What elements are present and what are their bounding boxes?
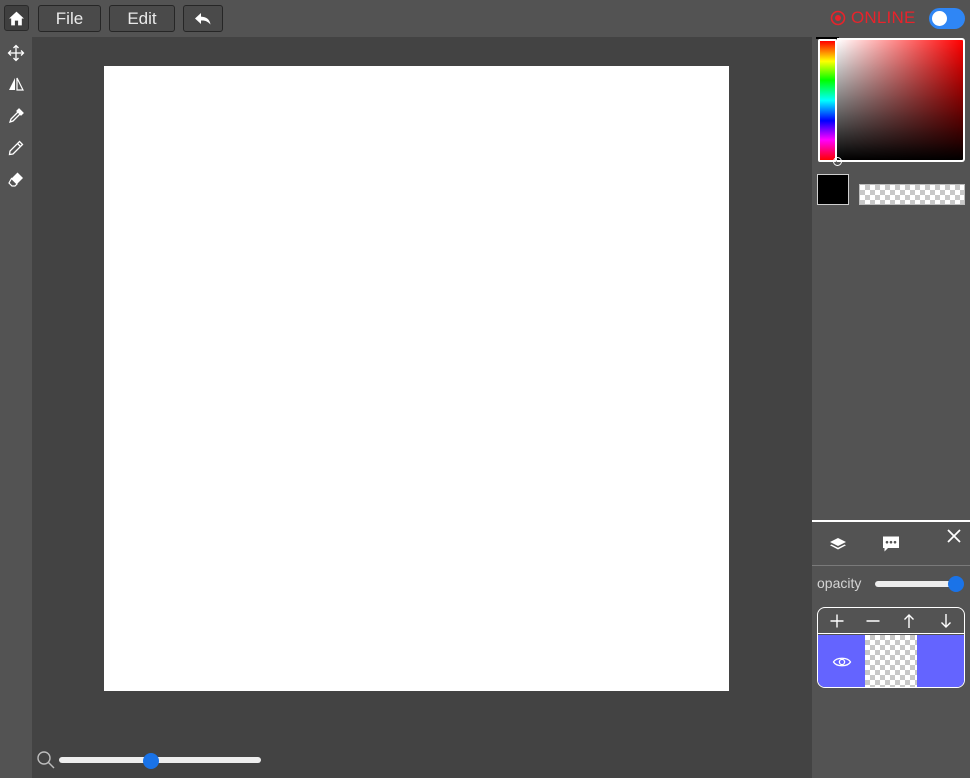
remove-layer-button[interactable] [863, 611, 883, 631]
plus-icon [830, 614, 844, 628]
opacity-label: opacity [817, 575, 862, 591]
zoom-slider[interactable] [59, 757, 261, 763]
layers-list [817, 607, 965, 688]
right-panel: opacity [812, 37, 970, 778]
drawing-canvas[interactable] [104, 66, 729, 691]
pencil-icon [8, 140, 23, 155]
chat-icon [883, 536, 899, 552]
file-menu-button[interactable]: File [38, 5, 101, 32]
layer-thumbnail [865, 635, 917, 687]
zoom-slider-thumb[interactable] [142, 753, 159, 769]
paint-app: File Edit ONLINE opacity [0, 0, 970, 778]
zoom-icon [37, 751, 55, 769]
canvas-area [32, 37, 812, 778]
edit-menu-button[interactable]: Edit [109, 5, 175, 32]
home-icon [9, 11, 24, 25]
move-layer-down-button[interactable] [936, 611, 956, 631]
minus-icon [866, 620, 880, 622]
layer-buttons [818, 608, 964, 634]
color-picker-marker[interactable] [833, 157, 842, 166]
eye-icon [832, 657, 851, 667]
hue-marker[interactable] [816, 37, 839, 39]
move-layer-up-button[interactable] [899, 611, 919, 631]
undo-button[interactable] [183, 5, 223, 32]
arrow-up-icon [904, 614, 914, 628]
panel-divider [812, 520, 970, 522]
tool-bar [0, 37, 32, 778]
arrow-down-icon [941, 614, 951, 628]
toggle-knob [932, 11, 947, 26]
move-icon [7, 44, 24, 61]
layer-item[interactable] [818, 635, 964, 687]
layer-visibility-toggle[interactable] [818, 635, 865, 687]
online-toggle[interactable] [929, 8, 965, 29]
top-bar: File Edit ONLINE [0, 0, 970, 37]
eyedropper-icon [8, 107, 24, 123]
tab-chat[interactable] [880, 534, 902, 554]
eraser-tool[interactable] [4, 167, 27, 190]
eraser-icon [7, 172, 23, 187]
hue-slider[interactable] [818, 39, 837, 162]
flip-icon [8, 77, 24, 91]
alpha-slider[interactable] [859, 184, 965, 205]
home-button[interactable] [4, 5, 29, 31]
add-layer-button[interactable] [827, 611, 847, 631]
pencil-tool[interactable] [4, 136, 27, 159]
layers-icon [830, 538, 846, 550]
current-color-swatch[interactable] [817, 174, 849, 205]
status-label: ONLINE [851, 8, 916, 27]
flip-tool[interactable] [4, 72, 27, 95]
saturation-value-picker[interactable] [837, 38, 965, 162]
tab-underline [812, 565, 970, 566]
opacity-slider-thumb[interactable] [948, 576, 964, 592]
close-panel-button[interactable] [944, 526, 964, 546]
move-tool[interactable] [4, 41, 27, 64]
undo-icon [195, 12, 211, 24]
record-icon [830, 10, 846, 26]
connection-status: ONLINE [830, 8, 916, 28]
eyedropper-tool[interactable] [4, 104, 27, 127]
close-icon [947, 529, 961, 543]
tab-layers[interactable] [827, 534, 849, 554]
